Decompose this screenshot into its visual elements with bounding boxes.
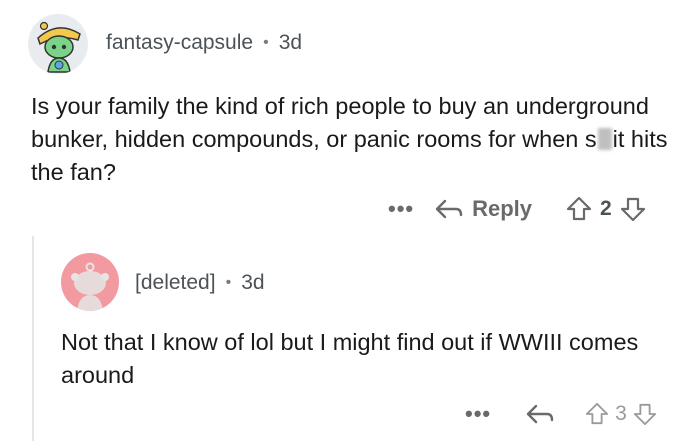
separator-dot: • bbox=[263, 34, 269, 51]
upvote-icon[interactable] bbox=[566, 196, 592, 222]
comment-1-body: Is your family the kind of rich people t… bbox=[31, 90, 671, 189]
comment-2-body: Not that I know of lol but I might find … bbox=[61, 329, 639, 388]
vote-count: 2 bbox=[600, 197, 612, 220]
reply-button[interactable]: Reply bbox=[434, 196, 532, 222]
comment-2-meta: [deleted] • 3d bbox=[135, 271, 265, 295]
avatar[interactable] bbox=[28, 14, 88, 74]
reply-label: Reply bbox=[472, 196, 533, 221]
reply-arrow-icon bbox=[435, 199, 463, 219]
timestamp: 3d bbox=[278, 31, 303, 54]
comment-1: fantasy-capsule • 3d Is your family the … bbox=[0, 0, 700, 230]
deleted-avatar bbox=[61, 253, 119, 311]
comment-1-actions: ••• Reply 2 bbox=[388, 196, 688, 222]
timestamp: 3d bbox=[241, 271, 265, 294]
separator-dot: • bbox=[225, 274, 232, 291]
vote-count: 3 bbox=[615, 402, 627, 425]
more-options-button[interactable]: ••• bbox=[388, 196, 414, 222]
downvote-icon[interactable] bbox=[633, 402, 657, 426]
reply-arrow-icon[interactable] bbox=[525, 402, 555, 426]
username[interactable]: fantasy-capsule bbox=[106, 31, 253, 55]
snoo-avatar-icon bbox=[37, 21, 81, 73]
thread-line[interactable] bbox=[32, 236, 34, 441]
more-options-button[interactable]: ••• bbox=[465, 401, 491, 427]
deleted-snoo-icon bbox=[71, 262, 109, 311]
comment-1-meta: fantasy-capsule • 3d bbox=[106, 31, 302, 55]
comment-2-actions: ••• 3 bbox=[465, 401, 695, 427]
upvote-icon[interactable] bbox=[585, 402, 609, 426]
comment-text-part-1: Is your family the kind of rich people t… bbox=[31, 93, 649, 152]
downvote-icon[interactable] bbox=[620, 196, 646, 222]
username: [deleted] bbox=[135, 271, 216, 294]
censored-blur bbox=[597, 128, 612, 150]
